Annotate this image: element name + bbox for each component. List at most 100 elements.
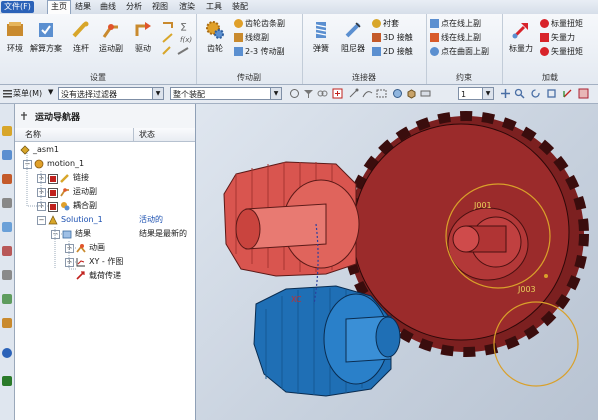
- scalar-torque-button[interactable]: 标量扭矩: [540, 18, 583, 30]
- menu-home[interactable]: 主页: [47, 0, 71, 14]
- contact-3d-icon: [372, 33, 381, 42]
- menu-button[interactable]: 菜单(M): [13, 88, 42, 99]
- damper-icon: [345, 22, 361, 38]
- scope-dropdown[interactable]: 整个装配 ▼: [170, 87, 282, 100]
- rotate-icon[interactable]: [530, 88, 541, 99]
- column-name[interactable]: 名称: [25, 129, 41, 140]
- selection-filter-dropdown[interactable]: 没有选择过滤器 ▼: [58, 87, 164, 100]
- curve-on-curve-button[interactable]: 线在线上副: [430, 32, 481, 44]
- vector-force-button[interactable]: 矢量力: [540, 32, 575, 44]
- menu-analysis[interactable]: 分析: [123, 1, 145, 13]
- loads-group-label: 加载: [542, 73, 558, 82]
- menu-view[interactable]: 视图: [149, 1, 171, 13]
- filter-icon[interactable]: [303, 88, 314, 99]
- link-button[interactable]: 连杆: [66, 16, 96, 66]
- settings-extra-icons[interactable]: ∑ f(x): [160, 20, 194, 60]
- menu-curve[interactable]: 曲线: [97, 1, 119, 13]
- cube-icon[interactable]: [406, 88, 417, 99]
- bushing-button[interactable]: 衬套: [372, 18, 399, 30]
- rack-pinion-label: 齿轮齿条副: [245, 19, 285, 28]
- vertex-icon[interactable]: [348, 88, 359, 99]
- snap-icon[interactable]: [289, 88, 300, 99]
- rectangle-select-icon[interactable]: [376, 88, 387, 99]
- selection-toolbar: 菜单(M) ▼ 没有选择过滤器 ▼ 整个装配 ▼ 1 ▼: [0, 85, 598, 104]
- orient-icon[interactable]: [562, 88, 573, 99]
- move-icon[interactable]: [500, 88, 511, 99]
- motion-navigator-tab-icon[interactable]: [2, 126, 12, 136]
- system-materials-tab-icon[interactable]: [2, 270, 12, 280]
- menu-tools[interactable]: 工具: [203, 1, 225, 13]
- reuse-library-tab-icon[interactable]: [2, 222, 12, 232]
- link-chain-icon[interactable]: [317, 88, 328, 99]
- joint-label-j001: J001: [473, 201, 492, 210]
- fit-icon[interactable]: [546, 88, 557, 99]
- selection-filter-value: 没有选择过滤器: [61, 90, 117, 99]
- two-three-joint-button[interactable]: 2-3 传动副: [234, 46, 285, 58]
- roles-tab-icon[interactable]: [2, 376, 12, 386]
- gear-assembly-model[interactable]: J001 J003 XC: [196, 104, 598, 420]
- point-on-surface-icon: [430, 47, 439, 56]
- file-menu[interactable]: 文件(F): [1, 1, 34, 13]
- column-status[interactable]: 状态: [139, 129, 155, 140]
- two-three-joint-icon: [234, 47, 243, 56]
- couplers-group-label: 传动副: [237, 73, 261, 82]
- scalar-force-button[interactable]: 标量力: [504, 16, 538, 66]
- vector-force-label: 矢量力: [551, 33, 575, 42]
- pink-gear[interactable]: [223, 161, 360, 277]
- curve-snap-icon[interactable]: [362, 88, 373, 99]
- gear-icon: [206, 21, 224, 39]
- spring-button[interactable]: 弹簧: [306, 16, 336, 66]
- point-on-surface-button[interactable]: 点在曲面上副: [430, 46, 489, 58]
- ribbon: 环境 解算方案 连杆 运动副 驱动 ∑ f(x) 设置 齿轮 齿轮齿条副 线缆副…: [0, 14, 598, 85]
- solution-button[interactable]: 解算方案: [28, 16, 64, 66]
- count-dropdown[interactable]: 1 ▼: [458, 87, 494, 100]
- bushing-label: 衬套: [383, 19, 399, 28]
- process-studio-tab-icon[interactable]: [2, 318, 12, 328]
- gear-button[interactable]: 齿轮: [200, 16, 230, 66]
- driver-button[interactable]: 驱动: [128, 16, 158, 66]
- cable-button[interactable]: 线缆副: [234, 32, 269, 44]
- rack-pinion-button[interactable]: 齿轮齿条副: [234, 18, 285, 30]
- two-three-joint-label: 2-3 传动副: [245, 47, 285, 56]
- history-tab-icon[interactable]: [2, 246, 12, 256]
- spring-icon: [315, 22, 327, 38]
- joint-label-j003: J003: [517, 285, 536, 294]
- view-icon[interactable]: [392, 88, 403, 99]
- link-label: 连杆: [73, 44, 89, 53]
- menu-results[interactable]: 结果: [72, 1, 94, 13]
- contact-2d-button[interactable]: 2D 接触: [372, 46, 413, 58]
- damper-button[interactable]: 阻尼器: [336, 16, 370, 66]
- vector-torque-label: 矢量扭矩: [551, 47, 583, 56]
- menu-assembly[interactable]: 装配: [229, 1, 251, 13]
- select-plus-icon[interactable]: [332, 88, 343, 99]
- palette-tab-icon[interactable]: [2, 294, 12, 304]
- render-style-icon[interactable]: [578, 88, 589, 99]
- rack-pinion-icon: [234, 19, 243, 28]
- tree-row-status: 结果是最新的: [139, 229, 187, 238]
- cable-label: 线缆副: [245, 33, 269, 42]
- menu-render[interactable]: 渲染: [176, 1, 198, 13]
- graphics-window[interactable]: J001 J003 XC: [196, 104, 598, 420]
- tree-row-label: 动画: [89, 243, 105, 252]
- point-on-curve-button[interactable]: 点在线上副: [430, 18, 481, 30]
- zoom-icon[interactable]: [514, 88, 525, 99]
- environment-icon: [7, 22, 23, 36]
- web-browser-tab-icon[interactable]: [2, 348, 12, 358]
- joint-button[interactable]: 运动副: [95, 16, 127, 66]
- navigator-title: 运动导航器: [35, 113, 81, 123]
- column-divider[interactable]: [133, 128, 134, 141]
- vector-torque-button[interactable]: 矢量扭矩: [540, 46, 583, 58]
- chevron-down-icon[interactable]: ▼: [48, 88, 53, 96]
- contact-3d-button[interactable]: 3D 接触: [372, 32, 413, 44]
- part-navigator-tab-icon[interactable]: [2, 174, 12, 184]
- constraint-navigator-tab-icon[interactable]: [2, 198, 12, 208]
- loads-group: 标量力 标量扭矩 矢量力 矢量扭矩 加载: [502, 14, 598, 84]
- point-on-curve-icon: [430, 19, 439, 28]
- pin-icon[interactable]: [19, 111, 29, 121]
- point-on-curve-label: 点在线上副: [441, 19, 481, 28]
- assembly-navigator-tab-icon[interactable]: [2, 150, 12, 160]
- settings-group: 环境 解算方案 连杆 运动副 驱动 ∑ f(x) 设置: [0, 14, 197, 84]
- menu-bar: 文件(F) 主页 结果 曲线 分析 视图 渲染 工具 装配: [0, 0, 598, 15]
- layer-icon[interactable]: [420, 88, 431, 99]
- environment-button[interactable]: 环境: [0, 16, 30, 66]
